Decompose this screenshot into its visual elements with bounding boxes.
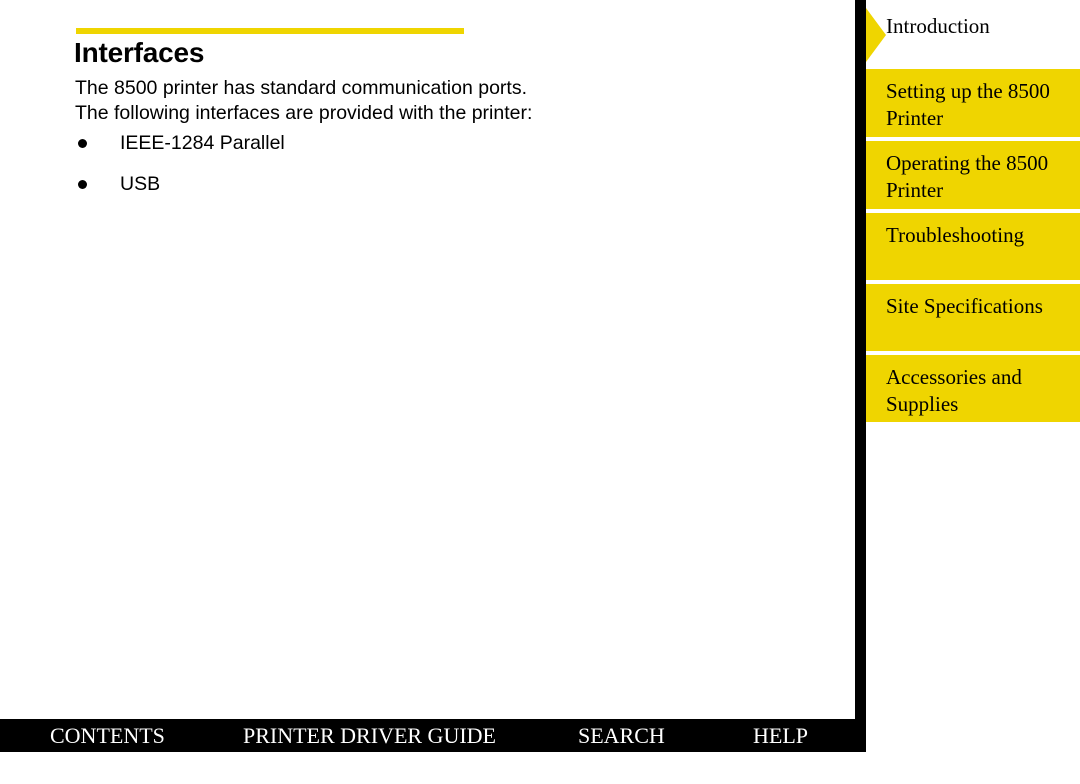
- sidebar-item-accessories-and-supplies[interactable]: Accessories and Supplies: [866, 355, 1080, 422]
- sidebar-item-label: Troubleshooting: [886, 223, 1025, 247]
- nav-link-search[interactable]: SEARCH: [578, 722, 665, 749]
- vertical-divider-bar: [855, 0, 866, 752]
- bullet-icon: [78, 180, 87, 189]
- section-tab-navigation: Introduction Setting up the 8500 Printer…: [866, 0, 1080, 784]
- sidebar-item-label: Introduction: [886, 14, 990, 38]
- sidebar-item-label: Setting up the 8500 Printer: [886, 79, 1050, 130]
- list-item-label: USB: [120, 173, 161, 195]
- sidebar-item-label: Site Specifications: [886, 294, 1043, 318]
- sidebar-item-setting-up-the-8500-printer[interactable]: Setting up the 8500 Printer: [866, 69, 1080, 137]
- sidebar-item-introduction[interactable]: Introduction: [866, 4, 1080, 62]
- document-page: Interfaces The 8500 printer has standard…: [0, 0, 1080, 784]
- intro-paragraph-1: The 8500 printer has standard communicat…: [75, 77, 527, 99]
- bottom-navigation-bar: CONTENTS PRINTER DRIVER GUIDE SEARCH HEL…: [0, 719, 861, 752]
- sidebar-item-label: Operating the 8500 Printer: [886, 151, 1049, 202]
- nav-link-help[interactable]: HELP: [753, 722, 808, 749]
- intro-paragraph-2: The following interfaces are provided wi…: [75, 102, 533, 124]
- nav-link-contents[interactable]: CONTENTS: [50, 722, 165, 749]
- list-item: USB: [75, 172, 775, 196]
- list-item-label: IEEE-1284 Parallel: [120, 132, 285, 154]
- sidebar-item-troubleshooting[interactable]: Troubleshooting: [866, 213, 1080, 280]
- sidebar-item-site-specifications[interactable]: Site Specifications: [866, 284, 1080, 351]
- interfaces-list: IEEE-1284 Parallel USB: [75, 131, 775, 213]
- title-rule-divider: [76, 28, 464, 34]
- active-tab-arrow-icon: [866, 8, 886, 62]
- page-title: Interfaces: [74, 37, 205, 68]
- list-item: IEEE-1284 Parallel: [75, 131, 775, 155]
- intro-paragraphs: The 8500 printer has standard communicat…: [75, 76, 775, 126]
- bullet-icon: [78, 139, 87, 148]
- sidebar-item-label: Accessories and Supplies: [886, 365, 1022, 416]
- nav-link-printer-driver-guide[interactable]: PRINTER DRIVER GUIDE: [243, 722, 496, 749]
- main-content: Interfaces The 8500 printer has standard…: [0, 0, 855, 719]
- sidebar-item-operating-the-8500-printer[interactable]: Operating the 8500 Printer: [866, 141, 1080, 209]
